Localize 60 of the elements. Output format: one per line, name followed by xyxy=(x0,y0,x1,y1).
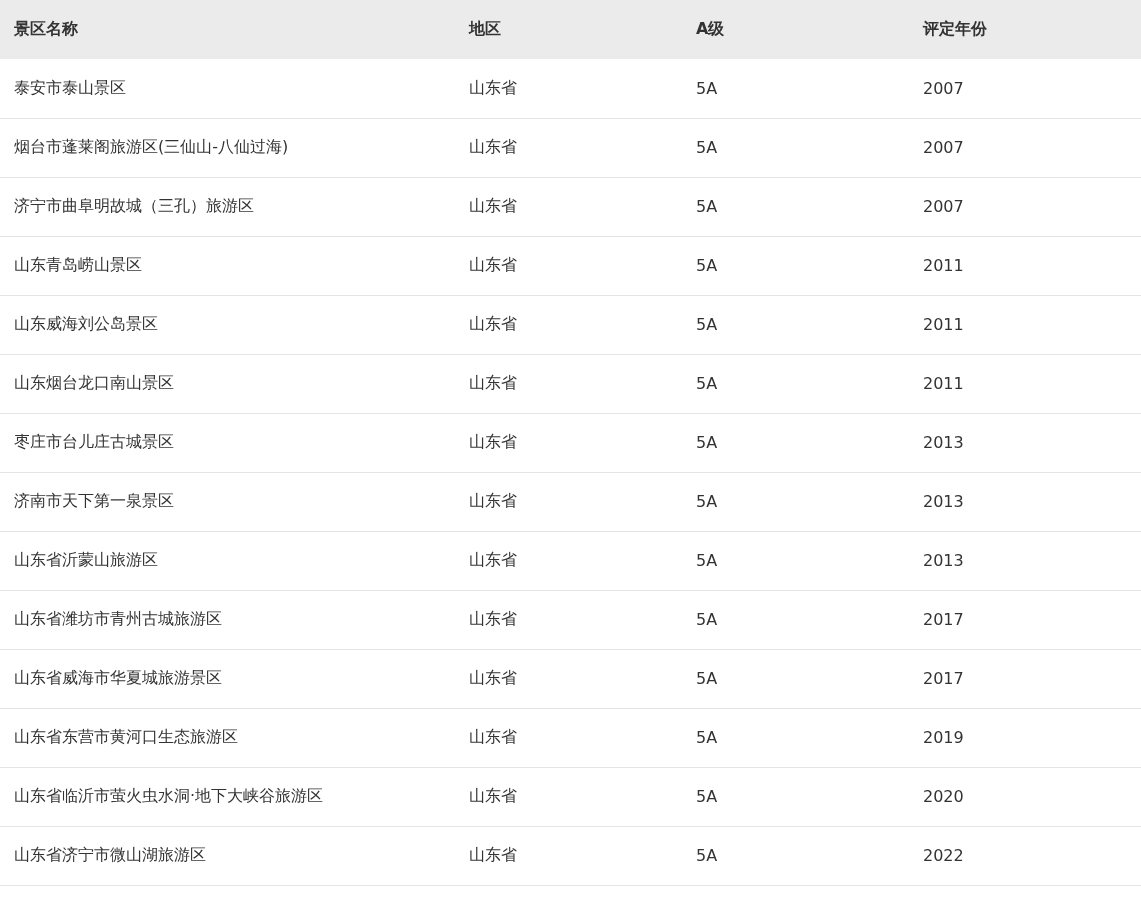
table-cell: 2007 xyxy=(909,59,1141,118)
table-cell: 山东省 xyxy=(455,354,682,413)
table-cell: 山东省 xyxy=(455,472,682,531)
table-cell: 5A xyxy=(682,236,909,295)
table-cell: 山东省 xyxy=(455,826,682,885)
table-cell: 山东省 xyxy=(455,59,682,118)
table-cell: 2013 xyxy=(909,413,1141,472)
table-cell: 山东省 xyxy=(455,708,682,767)
table-cell: 2007 xyxy=(909,177,1141,236)
table-cell: 2013 xyxy=(909,531,1141,590)
column-header: A级 xyxy=(682,0,909,59)
table-cell: 山东省临沂市萤火虫水洞·地下大峡谷旅游区 xyxy=(0,767,455,826)
table-cell: 济南市天下第一泉景区 xyxy=(0,472,455,531)
table-cell: 山东省 xyxy=(455,531,682,590)
table-cell: 山东省潍坊市青州古城旅游区 xyxy=(0,590,455,649)
table-cell: 烟台市蓬莱阁旅游区(三仙山-八仙过海) xyxy=(0,118,455,177)
table-cell: 2017 xyxy=(909,590,1141,649)
table-cell: 5A xyxy=(682,767,909,826)
table-cell: 山东省 xyxy=(455,413,682,472)
table-cell: 5A xyxy=(682,177,909,236)
table-cell: 5A xyxy=(682,826,909,885)
table-cell: 山东省 xyxy=(455,118,682,177)
column-header: 评定年份 xyxy=(909,0,1141,59)
table-cell: 2020 xyxy=(909,767,1141,826)
table-cell: 5A xyxy=(682,531,909,590)
table-cell: 山东省沂蒙山旅游区 xyxy=(0,531,455,590)
table-cell: 山东省 xyxy=(455,295,682,354)
table-cell: 2022 xyxy=(909,826,1141,885)
table-cell: 山东省 xyxy=(455,767,682,826)
table-cell: 山东省东营市黄河口生态旅游区 xyxy=(0,708,455,767)
table-cell: 5A xyxy=(682,649,909,708)
table-cell: 山东省 xyxy=(455,649,682,708)
table-cell: 2019 xyxy=(909,708,1141,767)
table-cell: 山东省威海市华夏城旅游景区 xyxy=(0,649,455,708)
table-cell: 2017 xyxy=(909,649,1141,708)
table-cell: 山东省 xyxy=(455,236,682,295)
table-cell: 泰安市泰山景区 xyxy=(0,59,455,118)
table-cell: 5A xyxy=(682,472,909,531)
table-cell: 5A xyxy=(682,708,909,767)
table-cell: 山东烟台龙口南山景区 xyxy=(0,354,455,413)
table-cell: 5A xyxy=(682,590,909,649)
table-cell: 2011 xyxy=(909,295,1141,354)
table-cell: 2013 xyxy=(909,472,1141,531)
table-cell: 山东青岛崂山景区 xyxy=(0,236,455,295)
table-cell: 5A xyxy=(682,354,909,413)
table-cell: 济宁市曲阜明故城（三孔）旅游区 xyxy=(0,177,455,236)
table-cell: 山东省济宁市微山湖旅游区 xyxy=(0,826,455,885)
table-cell: 枣庄市台儿庄古城景区 xyxy=(0,413,455,472)
table-cell: 山东威海刘公岛景区 xyxy=(0,295,455,354)
table-cell: 山东省 xyxy=(455,590,682,649)
table-cell: 2007 xyxy=(909,118,1141,177)
table-cell: 2011 xyxy=(909,236,1141,295)
table-cell: 5A xyxy=(682,295,909,354)
table-cell: 5A xyxy=(682,59,909,118)
column-header: 地区 xyxy=(455,0,682,59)
table-cell: 2011 xyxy=(909,354,1141,413)
table-cell: 5A xyxy=(682,118,909,177)
table-cell: 5A xyxy=(682,413,909,472)
table-cell: 山东省 xyxy=(455,177,682,236)
column-header: 景区名称 xyxy=(0,0,455,59)
